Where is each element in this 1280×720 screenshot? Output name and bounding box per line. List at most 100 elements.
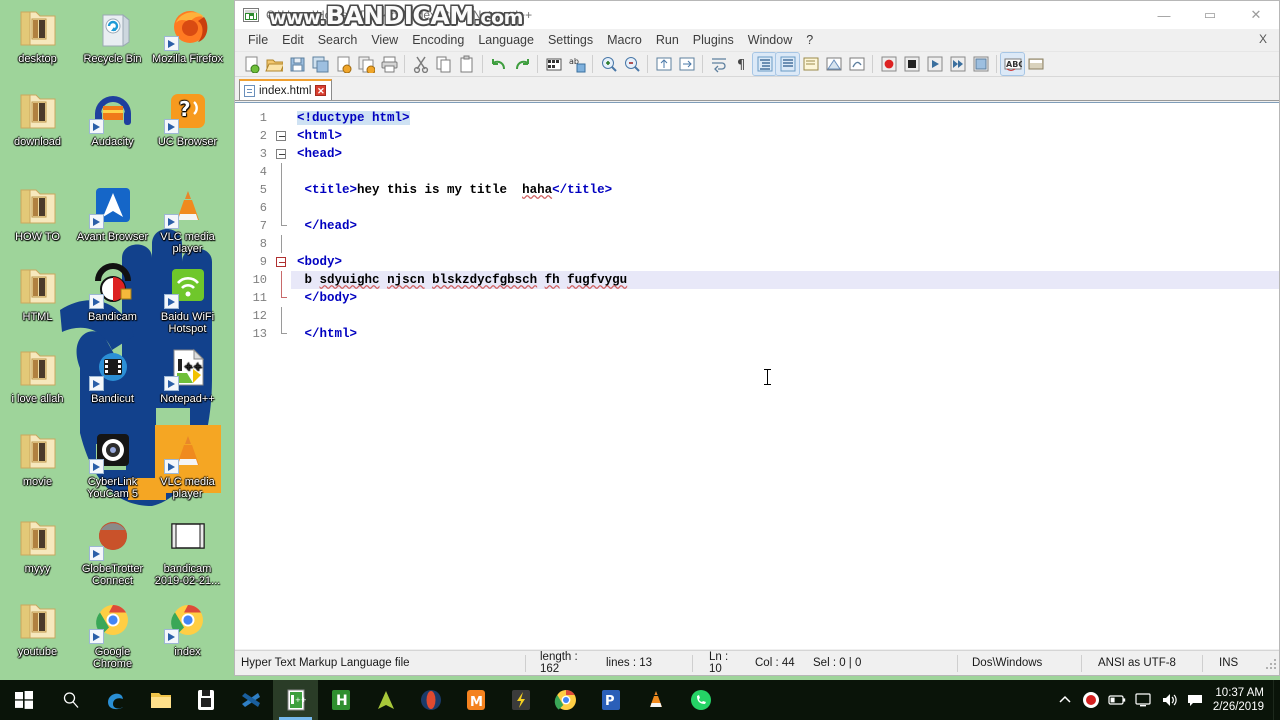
desktop-icon-globetrotter-connect[interactable]: GlobeTrotter Connect [75, 515, 150, 587]
taskbar-file-explorer[interactable] [138, 680, 183, 720]
code-line[interactable] [291, 163, 1279, 181]
code-line[interactable] [291, 307, 1279, 325]
menu-plugins[interactable]: Plugins [686, 30, 741, 50]
taskbar-app-list[interactable]: ++ H M P [93, 680, 723, 720]
desktop-icon-cyberlink-youcam-5[interactable]: CyberLink YouCam 5 [75, 428, 150, 500]
desktop-icon-vlc-media-player[interactable]: VLC media player [150, 428, 225, 500]
toolbar-sync-vertical-scroll-button[interactable] [652, 53, 675, 75]
taskbar-idm[interactable] [498, 680, 543, 720]
desktop-icon-index[interactable]: index [150, 598, 225, 659]
toolbar-print-button[interactable] [377, 53, 400, 75]
fold-row[interactable] [273, 253, 291, 271]
taskbar-search-button[interactable] [48, 680, 93, 720]
code-folding-column[interactable] [273, 103, 291, 649]
toolbar[interactable]: ab ¶ ABC [235, 52, 1279, 77]
code-line[interactable]: </html> [291, 325, 1279, 343]
menu-file[interactable]: File [241, 30, 275, 50]
tab-index-html[interactable]: index.html ✕ [239, 79, 333, 100]
taskbar-chrome[interactable] [543, 680, 588, 720]
toolbar-show-all-chars-button[interactable]: ¶ [730, 53, 753, 75]
code-line[interactable]: <html> [291, 127, 1279, 145]
desktop-icon-baidu-wifi-hotspot[interactable]: Baidu WiFi Hotspot [150, 263, 225, 335]
desktop-icon-how-to[interactable]: HOW TO [0, 183, 75, 244]
taskbar-powerpoint[interactable]: P [588, 680, 633, 720]
menu-encoding[interactable]: Encoding [405, 30, 471, 50]
toolbar-run-macro-multiple-button[interactable] [946, 53, 969, 75]
menu-search[interactable]: Search [311, 30, 365, 50]
toolbar-playback-macro-button[interactable] [923, 53, 946, 75]
desktop-icon-youtube[interactable]: youtube [0, 598, 75, 659]
desktop-icon-i-love-allah[interactable]: i love allah [0, 345, 75, 406]
toolbar-redo-button[interactable] [510, 53, 533, 75]
toolbar-show-indent-guide-button[interactable] [775, 52, 800, 76]
code-line[interactable] [291, 199, 1279, 217]
show-desktop-button[interactable] [1273, 680, 1280, 720]
menu-[interactable]: ? [799, 30, 820, 50]
toolbar-undo-button[interactable] [487, 53, 510, 75]
toolbar-run-button[interactable] [1024, 53, 1047, 75]
tab-bar[interactable]: index.html ✕ [235, 77, 1279, 101]
desktop-icon-myyy[interactable]: myyy [0, 515, 75, 576]
volume[interactable] [1156, 680, 1182, 720]
taskbar-uc-browser[interactable]: M [453, 680, 498, 720]
menu-run[interactable]: Run [649, 30, 686, 50]
toolbar-new-file-button[interactable] [239, 53, 262, 75]
toolbar-replace-button[interactable]: ab [565, 53, 588, 75]
code-line[interactable]: <head> [291, 145, 1279, 163]
toolbar-zoom-in-button[interactable] [597, 53, 620, 75]
desktop-icon-download[interactable]: download [0, 88, 75, 149]
taskbar-avant-browser[interactable] [363, 680, 408, 720]
taskbar-microsoft-store[interactable] [183, 680, 228, 720]
notepadpp-window[interactable]: C:\Users\HoZleR\Desktop\index.html - Not… [234, 0, 1280, 676]
taskbar-notepadpp[interactable]: ++ [273, 680, 318, 720]
editor-area[interactable]: 1 2 3 4 5 6 7 8 9 10 11 12 13 <!ductype html> <html> <… [235, 102, 1279, 649]
desktop-icon-vlc-media-player[interactable]: VLC media player [150, 183, 225, 255]
desktop-icon-avant-browser[interactable]: Avant Browser [75, 183, 150, 244]
network[interactable] [1130, 680, 1156, 720]
toolbar-open-file-button[interactable] [262, 53, 285, 75]
desktop-icon-notepad[interactable]: ++ Notepad++ [150, 345, 225, 406]
desktop-icon-bandicam-2019-02-21[interactable]: bandicam 2019-02-21... [150, 515, 225, 587]
action-center[interactable] [1182, 680, 1208, 720]
desktop-icon-html[interactable]: HTML [0, 263, 75, 324]
toolbar-user-defined-dialog-button[interactable] [799, 53, 822, 75]
toolbar-save-button[interactable] [285, 53, 308, 75]
toolbar-function-list-button[interactable] [845, 53, 868, 75]
menu-edit[interactable]: Edit [275, 30, 311, 50]
taskbar[interactable]: ++ H M P 10:37 AM 2/26/2019 [0, 680, 1280, 720]
code-line[interactable]: <title>hey this is my title haha</title> [291, 181, 1279, 199]
menu-close-document-button[interactable]: X [1259, 32, 1267, 46]
system-tray[interactable]: 10:37 AM 2/26/2019 [1052, 680, 1280, 720]
desktop-icon-google-chrome[interactable]: Google Chrome [75, 598, 150, 670]
tab-close-icon[interactable]: ✕ [315, 85, 327, 96]
bandicam-recording[interactable] [1078, 680, 1104, 720]
desktop-icon-movie[interactable]: movie [0, 428, 75, 489]
menu-language[interactable]: Language [471, 30, 541, 50]
toolbar-sync-horizontal-scroll-button[interactable] [675, 53, 698, 75]
minimize-button[interactable]: — [1141, 1, 1187, 29]
taskbar-vlc[interactable] [633, 680, 678, 720]
taskbar-bandicut[interactable] [228, 680, 273, 720]
toolbar-cut-button[interactable] [409, 53, 432, 75]
code-line[interactable] [291, 235, 1279, 253]
fold-row[interactable] [273, 145, 291, 163]
toolbar-close-button[interactable] [331, 53, 354, 75]
desktop-icon-uc-browser[interactable]: ? UC Browser [150, 88, 225, 149]
toolbar-start-record-macro-button[interactable] [877, 53, 900, 75]
code-line[interactable]: <!ductype html> [291, 109, 1279, 127]
toolbar-zoom-out-button[interactable] [620, 53, 643, 75]
desktop-icon-mozilla-firefox[interactable]: Mozilla Firefox [150, 5, 225, 66]
menu-view[interactable]: View [364, 30, 405, 50]
menu-window[interactable]: Window [741, 30, 799, 50]
toolbar-save-all-button[interactable] [308, 53, 331, 75]
fold-collapse-box[interactable] [276, 149, 286, 159]
desktop-icon-bandicam[interactable]: Bandicam [75, 263, 150, 324]
close-button[interactable]: ✕ [1233, 1, 1279, 29]
start-button[interactable] [0, 680, 48, 720]
toolbar-copy-button[interactable] [432, 53, 455, 75]
toolbar-word-wrap-button[interactable] [707, 53, 730, 75]
code-text-area[interactable]: <!ductype html> <html> <head> <title>hey t… [291, 103, 1279, 649]
desktop-icon-bandicut[interactable]: Bandicut [75, 345, 150, 406]
taskbar-clock[interactable]: 10:37 AM 2/26/2019 [1208, 686, 1273, 714]
desktop-icon-audacity[interactable]: Audacity [75, 88, 150, 149]
